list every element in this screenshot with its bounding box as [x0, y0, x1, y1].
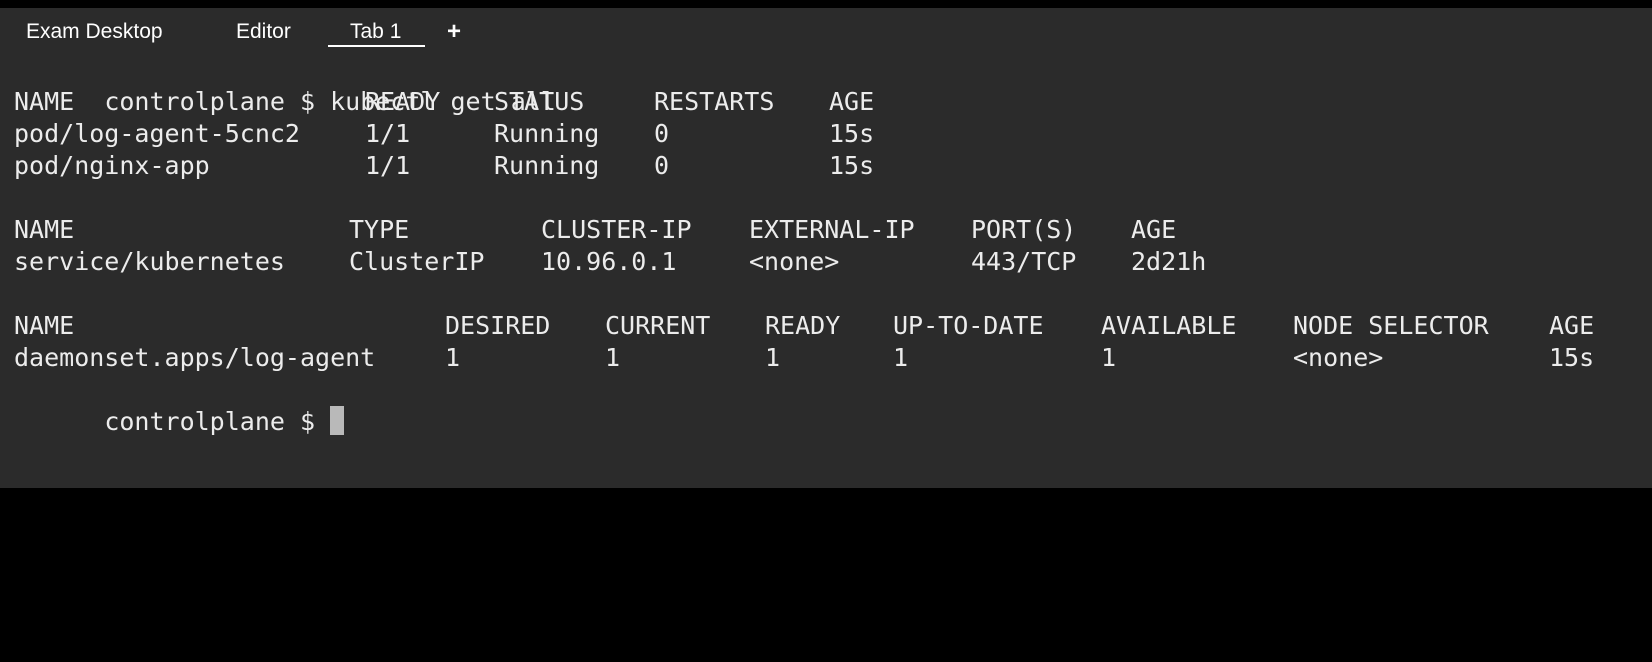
column-header: RESTARTS — [654, 87, 775, 116]
column-header: AGE — [1549, 311, 1595, 340]
cell: 1 — [445, 343, 461, 372]
table-row: pod/log-agent-5cnc2 1/1 Running 0 15s — [14, 118, 1634, 150]
cell: Running — [494, 151, 600, 180]
cell: 1 — [765, 343, 781, 372]
table-row: service/kubernetes ClusterIP 10.96.0.1 <… — [14, 246, 1634, 278]
terminal-output[interactable]: controlplane $ kubectl get all NAME READ… — [0, 54, 1652, 486]
column-header: STATUS — [494, 87, 585, 116]
cell: pod/nginx-app — [14, 151, 210, 180]
column-header: CURRENT — [605, 311, 711, 340]
column-header: AGE — [829, 87, 875, 116]
cell: 1 — [893, 343, 909, 372]
column-header: PORT(S) — [971, 215, 1077, 244]
cell: 1 — [1101, 343, 1117, 372]
cell: 0 — [654, 119, 670, 148]
prompt: controlplane $ — [104, 407, 316, 436]
active-tab-indicator — [328, 45, 425, 47]
tab-bar: Exam Desktop Editor Tab 1 + — [0, 8, 1652, 50]
cell: pod/log-agent-5cnc2 — [14, 119, 300, 148]
prompt-line[interactable]: controlplane $ — [14, 374, 345, 436]
column-header: DESIRED — [445, 311, 551, 340]
column-header: UP-TO-DATE — [893, 311, 1044, 340]
table-row: pod/nginx-app 1/1 Running 0 15s — [14, 150, 1634, 182]
text-cursor — [330, 406, 345, 435]
column-header: NODE SELECTOR — [1293, 311, 1489, 340]
services-header-row: NAME TYPE CLUSTER-IP EXTERNAL-IP PORT(S)… — [14, 214, 1634, 246]
terminal-window: Exam Desktop Editor Tab 1 + controlplane… — [0, 8, 1652, 488]
pods-header-row: NAME READY STATUS RESTARTS AGE — [14, 86, 1634, 118]
cell: daemonset.apps/log-agent — [14, 343, 376, 372]
cell: 15s — [829, 151, 875, 180]
cell: 1/1 — [365, 119, 411, 148]
cell: 10.96.0.1 — [541, 247, 677, 276]
cell: 443/TCP — [971, 247, 1077, 276]
cell: 1 — [605, 343, 621, 372]
column-header: READY — [365, 87, 441, 116]
column-header: NAME — [14, 87, 75, 116]
column-header: EXTERNAL-IP — [749, 215, 915, 244]
column-header: TYPE — [349, 215, 410, 244]
column-header: NAME — [14, 311, 75, 340]
daemonsets-header-row: NAME DESIRED CURRENT READY UP-TO-DATE AV… — [14, 310, 1634, 342]
cell: 15s — [1549, 343, 1595, 372]
command-line: controlplane $ kubectl get all — [14, 54, 556, 116]
cell: service/kubernetes — [14, 247, 285, 276]
cell: <none> — [1293, 343, 1384, 372]
column-header: CLUSTER-IP — [541, 215, 692, 244]
cell: 2d21h — [1131, 247, 1207, 276]
tab-exam-desktop[interactable]: Exam Desktop — [26, 20, 163, 44]
column-header: READY — [765, 311, 841, 340]
cell: <none> — [749, 247, 840, 276]
new-tab-button[interactable]: + — [447, 18, 461, 46]
cell: Running — [494, 119, 600, 148]
column-header: NAME — [14, 215, 75, 244]
cell: 1/1 — [365, 151, 411, 180]
cell: ClusterIP — [349, 247, 485, 276]
tab-tab-1[interactable]: Tab 1 — [350, 20, 401, 44]
column-header: AVAILABLE — [1101, 311, 1237, 340]
cell: 0 — [654, 151, 670, 180]
tab-editor[interactable]: Editor — [236, 20, 291, 44]
table-row: daemonset.apps/log-agent 1 1 1 1 1 <none… — [14, 342, 1634, 374]
cell: 15s — [829, 119, 875, 148]
column-header: AGE — [1131, 215, 1177, 244]
